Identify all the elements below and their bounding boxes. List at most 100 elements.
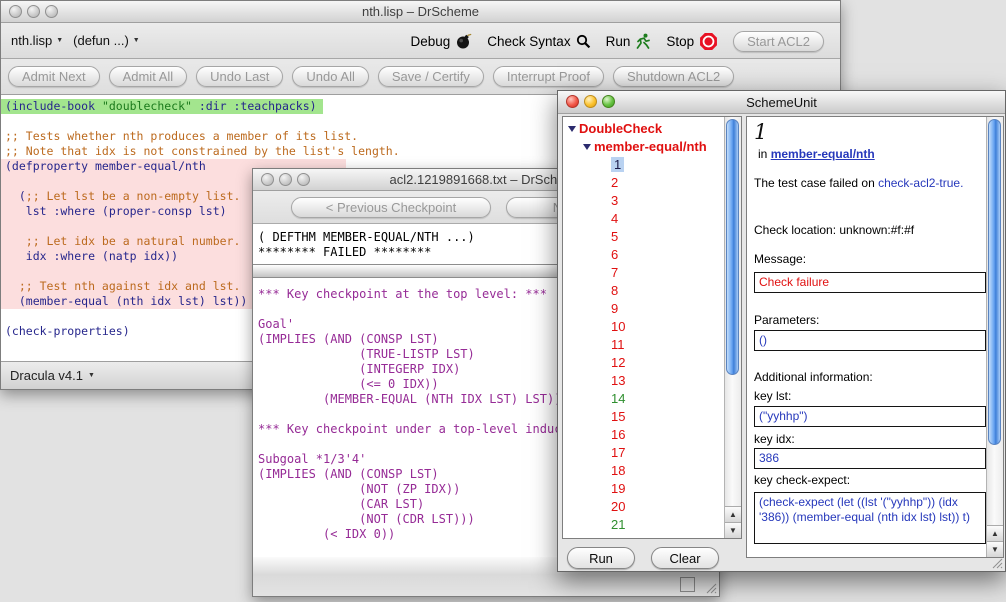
test-case-number: 8 <box>611 283 618 298</box>
dracula-button[interactable]: Undo All <box>292 66 368 87</box>
test-case-item[interactable]: 21 <box>563 516 741 534</box>
test-case-number: 4 <box>611 211 618 226</box>
run-button-label: Run <box>589 551 613 566</box>
test-case-item[interactable]: 6 <box>563 246 741 264</box>
disclosure-triangle-icon[interactable] <box>583 144 591 150</box>
key-check-expect-field: (check-expect (let ((lst '("yyhhp")) (id… <box>754 492 986 544</box>
test-case-item[interactable]: 18 <box>563 462 741 480</box>
main-titlebar[interactable]: nth.lisp – DrScheme <box>1 1 840 23</box>
test-case-item[interactable]: 14 <box>563 390 741 408</box>
test-case-item[interactable]: 19 <box>563 480 741 498</box>
tree-scrollbar[interactable]: ▲ ▼ <box>724 117 741 538</box>
schemeunit-window-title: SchemeUnit <box>558 91 1005 114</box>
clear-button-label: Clear <box>669 551 700 566</box>
tree-node-suite[interactable]: member-equal/nth <box>563 138 741 156</box>
stop-button[interactable]: Stop <box>666 32 718 51</box>
clear-button[interactable]: Clear <box>651 547 719 569</box>
desktop: { "colors": { "accent_link": "#2638bb", … <box>0 0 1006 602</box>
main-toolbar: nth.lisp ▼ (defun ...) ▼ Debug Check Syn… <box>1 23 840 59</box>
resize-grip-icon[interactable] <box>990 556 1003 569</box>
previous-checkpoint-button[interactable]: < Previous Checkpoint <box>291 197 491 218</box>
test-tree-pane: DoubleCheck member-equal/nth 12345678910… <box>562 116 742 539</box>
test-case-item[interactable]: 16 <box>563 426 741 444</box>
test-case-number: 16 <box>611 427 625 442</box>
test-case-item[interactable]: 15 <box>563 408 741 426</box>
dracula-button[interactable]: Shutdown ACL2 <box>613 66 734 87</box>
case-number: 1 <box>754 120 767 144</box>
debug-button[interactable]: Debug <box>410 33 472 49</box>
detail-scrollbar[interactable]: ▲ ▼ <box>986 117 1003 557</box>
test-case-item[interactable]: 7 <box>563 264 741 282</box>
test-case-item[interactable]: 8 <box>563 282 741 300</box>
scroll-down-icon[interactable]: ▼ <box>725 522 741 538</box>
test-case-item[interactable]: 2 <box>563 174 741 192</box>
test-case-number: 7 <box>611 265 618 280</box>
scrollbar-thumb[interactable] <box>726 119 739 375</box>
dracula-button[interactable]: Admit Next <box>8 66 100 87</box>
key-idx-label: key idx: <box>754 432 795 446</box>
test-case-number: 9 <box>611 301 618 316</box>
failure-text: The test case failed on <box>754 176 878 190</box>
tree-node-doublecheck[interactable]: DoubleCheck <box>563 117 741 138</box>
stop-icon <box>699 32 718 51</box>
key-idx-field: 386 <box>754 448 986 469</box>
test-case-number: 1 <box>611 157 624 172</box>
status-square <box>680 577 695 592</box>
dracula-button[interactable]: Interrupt Proof <box>493 66 604 87</box>
defun-dropdown[interactable]: (defun ...) ▼ <box>73 33 140 48</box>
run-label: Run <box>606 34 631 49</box>
check-syntax-button[interactable]: Check Syntax <box>487 34 590 49</box>
test-case-item[interactable]: 20 <box>563 498 741 516</box>
test-case-number: 18 <box>611 463 625 478</box>
chevron-down-icon: ▼ <box>88 372 95 379</box>
test-case-item[interactable]: 10 <box>563 318 741 336</box>
chevron-down-icon: ▼ <box>133 37 140 44</box>
schemeunit-window: SchemeUnit DoubleCheck member-equal/nth … <box>557 90 1006 572</box>
search-icon <box>576 34 591 49</box>
code-line: (include-book "doublecheck" :dir :teachp… <box>1 99 323 114</box>
test-case-item[interactable]: 9 <box>563 300 741 318</box>
parameters-field: () <box>754 330 986 351</box>
test-case-item[interactable]: 13 <box>563 372 741 390</box>
test-case-number: 5 <box>611 229 618 244</box>
run-tests-button[interactable]: Run <box>567 547 635 569</box>
test-case-item[interactable]: 11 <box>563 336 741 354</box>
message-field: Check failure <box>754 272 986 293</box>
start-acl2-button[interactable]: Start ACL2 <box>733 31 824 52</box>
scrollbar-thumb[interactable] <box>988 119 1001 445</box>
key-lst-label: key lst: <box>754 389 791 403</box>
test-case-number: 15 <box>611 409 625 424</box>
key-check-expect-label: key check-expect: <box>754 473 850 487</box>
test-case-number: 11 <box>611 337 625 352</box>
run-button[interactable]: Run <box>606 33 652 49</box>
dracula-button[interactable]: Admit All <box>109 66 188 87</box>
failure-summary: The test case failed on check-acl2-true. <box>754 175 966 191</box>
test-case-item[interactable]: 1 <box>563 156 741 174</box>
dracula-version-dropdown[interactable]: Dracula v4.1 ▼ <box>10 368 95 383</box>
scroll-up-icon[interactable]: ▲ <box>987 525 1003 541</box>
message-label: Message: <box>754 252 806 266</box>
test-case-number: 3 <box>611 193 618 208</box>
check-syntax-label: Check Syntax <box>487 34 570 49</box>
additional-info-label: Additional information: <box>754 370 873 384</box>
test-case-item[interactable]: 4 <box>563 210 741 228</box>
suite-link[interactable]: member-equal/nth <box>771 147 875 161</box>
scroll-up-icon[interactable]: ▲ <box>725 506 741 522</box>
scroll-down-icon[interactable]: ▼ <box>987 541 1003 557</box>
check-link[interactable]: check-acl2-true <box>878 176 960 190</box>
schemeunit-titlebar[interactable]: SchemeUnit <box>558 91 1005 114</box>
dracula-button[interactable]: Save / Certify <box>378 66 484 87</box>
test-case-number: 19 <box>611 481 625 496</box>
key-lst-field: ("yyhhp") <box>754 406 986 427</box>
test-case-item[interactable]: 5 <box>563 228 741 246</box>
bomb-icon <box>455 33 472 49</box>
test-case-item[interactable]: 3 <box>563 192 741 210</box>
resize-grip-icon[interactable] <box>704 581 717 594</box>
test-case-item[interactable]: 12 <box>563 354 741 372</box>
test-case-number: 2 <box>611 175 618 190</box>
disclosure-triangle-icon[interactable] <box>568 126 576 132</box>
previous-checkpoint-label: < Previous Checkpoint <box>326 200 456 215</box>
test-case-item[interactable]: 17 <box>563 444 741 462</box>
file-dropdown[interactable]: nth.lisp ▼ <box>11 33 63 48</box>
dracula-button[interactable]: Undo Last <box>196 66 283 87</box>
